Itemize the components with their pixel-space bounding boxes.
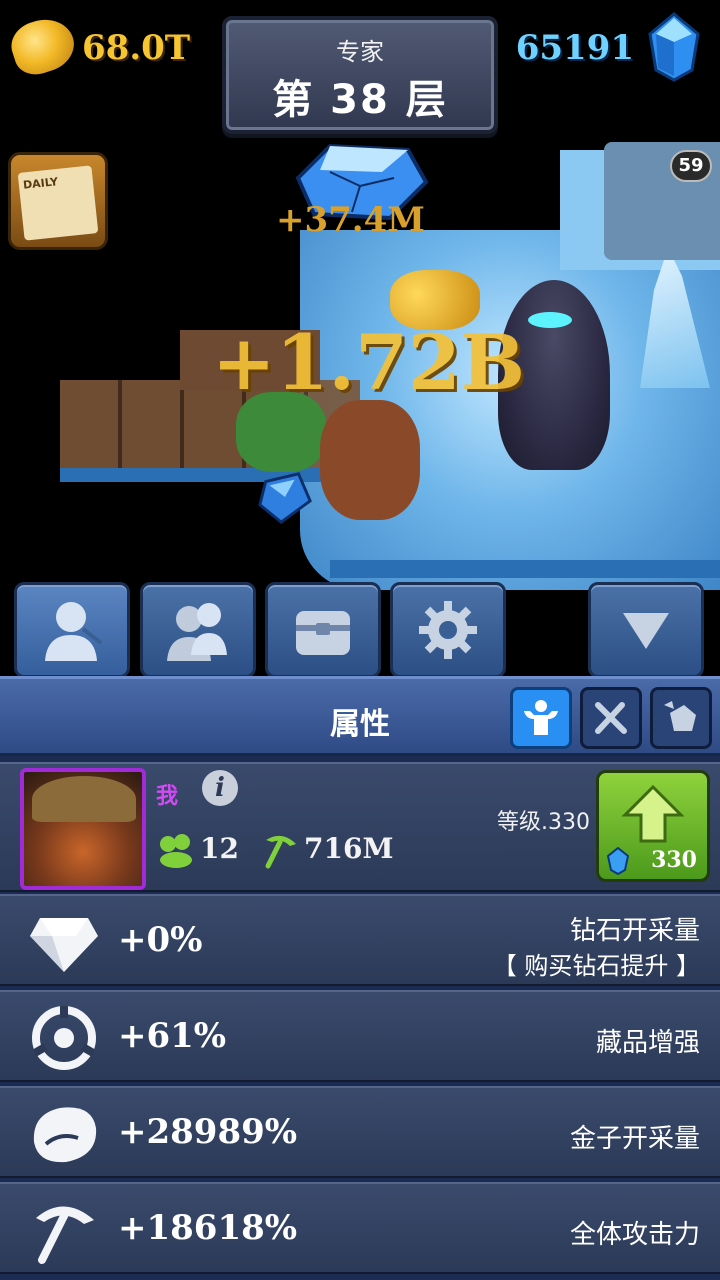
gear-icon xyxy=(419,601,477,659)
game-scene[interactable]: 68.0T 65191 专家 第 38 层 DAILY +37.4M +1.72… xyxy=(0,0,720,680)
attribute-value: +0% xyxy=(118,920,203,960)
gold-amount: 68.0T xyxy=(82,28,191,68)
subtab-tools[interactable] xyxy=(580,687,642,749)
avatar-hat xyxy=(32,776,136,822)
miner-silhouette-icon xyxy=(45,602,103,661)
chest-tab-button[interactable] xyxy=(265,582,381,678)
daily-calendar-button[interactable]: DAILY xyxy=(8,152,108,250)
muscle-icon xyxy=(524,700,558,735)
attribute-row-attack: +18618% 全体攻击力 xyxy=(0,1182,720,1274)
miners-group-icon xyxy=(167,603,227,661)
buy-diamond-hint[interactable]: 【 购买钻石提升 】 xyxy=(493,946,700,981)
boss-level-badge: 59 xyxy=(670,150,712,182)
info-icon[interactable]: i xyxy=(202,770,238,806)
settings-tab-button[interactable] xyxy=(390,582,506,678)
attribute-row-diamond: +0% 钻石开采量 【 购买钻石提升 】 xyxy=(0,894,720,986)
upgrade-button[interactable]: 330 xyxy=(596,770,710,882)
player-avatar[interactable] xyxy=(20,768,146,890)
profile-row: 我 i 12 716M 等级.330 330 xyxy=(0,762,720,892)
ice-edge xyxy=(330,560,720,578)
attack-value: 716M xyxy=(304,832,394,865)
attribute-value: +18618% xyxy=(118,1208,298,1248)
floor-banner: 专家 第 38 层 xyxy=(222,16,498,134)
attribute-row-collection: +61% 藏品增强 xyxy=(0,990,720,1082)
player-name: 我 xyxy=(156,784,179,809)
dropped-crystal-icon[interactable] xyxy=(256,468,314,526)
diamond-icon xyxy=(30,918,98,972)
difficulty-label: 专家 xyxy=(336,38,384,66)
attribute-label: 金子开采量 xyxy=(569,1124,700,1154)
dwarf-character xyxy=(320,400,420,520)
members-icon xyxy=(160,834,192,868)
attributes-panel: 属性 我 i 12 716M 等级.330 330 +0% 钻石开采量 【 购买… xyxy=(0,676,720,1280)
gem-amount: 65191 xyxy=(515,28,634,68)
gem-cost-icon xyxy=(607,847,629,875)
chest-icon xyxy=(296,611,350,655)
arrow-up-icon xyxy=(621,784,685,843)
floating-gain-small: +37.4M xyxy=(276,200,425,240)
attribute-value: +28989% xyxy=(118,1112,298,1152)
pickaxe-attack-icon xyxy=(265,835,296,869)
blue-gem-icon[interactable] xyxy=(646,12,702,82)
subtab-attributes[interactable] xyxy=(510,687,572,749)
panel-header: 属性 xyxy=(0,676,720,756)
upgrade-cost: 330 xyxy=(651,847,697,873)
target-ring-icon xyxy=(32,1006,96,1070)
reaper-eyes xyxy=(528,312,572,328)
gold-ore-icon xyxy=(33,1107,97,1163)
crossed-tools-icon xyxy=(595,702,627,734)
calendar-icon xyxy=(17,165,99,241)
floating-gain-big: +1.72B xyxy=(212,318,526,407)
subtab-ores[interactable] xyxy=(650,687,712,749)
floor-label: 第 38 层 xyxy=(272,77,448,123)
level-label: 等级.330 xyxy=(497,810,590,835)
team-tab-button[interactable] xyxy=(140,582,256,678)
attribute-label: 全体攻击力 xyxy=(569,1220,700,1250)
attribute-label: 钻石开采量 xyxy=(569,916,700,946)
collapse-panel-button[interactable] xyxy=(588,582,704,678)
members-count: 12 xyxy=(200,832,239,865)
attribute-label: 藏品增强 xyxy=(595,1028,700,1058)
attribute-value: +61% xyxy=(118,1016,227,1056)
attribute-row-gold: +28989% 金子开采量 xyxy=(0,1086,720,1178)
pickaxe-icon xyxy=(36,1206,94,1264)
bottom-toolbar xyxy=(0,582,720,678)
ore-rock-icon xyxy=(664,701,696,731)
gold-nugget-icon xyxy=(5,11,81,81)
triangle-down-icon xyxy=(623,613,669,649)
hero-tab-button[interactable] xyxy=(14,582,130,678)
